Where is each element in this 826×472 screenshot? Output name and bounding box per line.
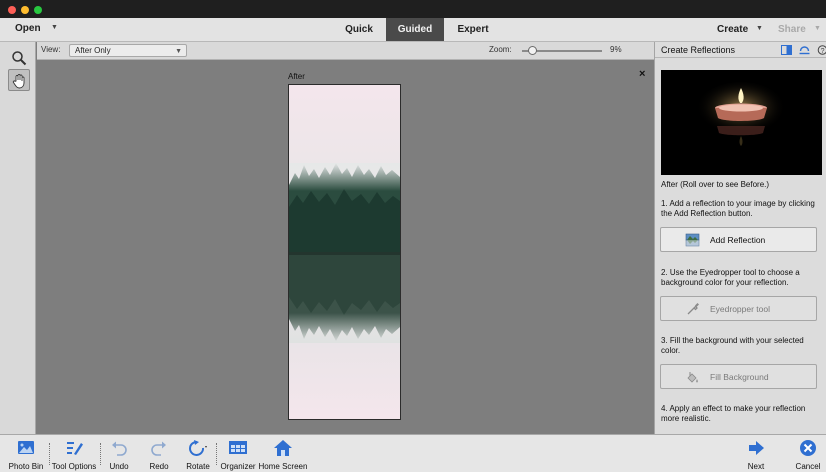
tool-options-bar: View: After Only ▼ Zoom: 9%	[37, 42, 654, 60]
undo-button[interactable]: Undo	[104, 435, 134, 472]
tool-options-button[interactable]: Tool Options	[49, 435, 99, 472]
tool-options-label: Tool Options	[51, 462, 97, 471]
mode-bar: Open ▼ Quick Guided Expert Create ▼ Shar…	[0, 18, 826, 42]
fill-background-button[interactable]: Fill Background	[660, 364, 817, 389]
step-1-instructions: 1. Add a reflection to your image by cli…	[661, 199, 815, 218]
home-icon	[274, 440, 292, 456]
tool-options-icon	[67, 442, 83, 455]
eyedropper-tool-button[interactable]: Eyedropper tool	[660, 296, 817, 321]
view-select-value: After Only	[75, 46, 111, 55]
separator	[216, 443, 217, 465]
redo-icon	[151, 441, 166, 456]
rotate-label: Rotate	[186, 462, 210, 471]
organizer-button[interactable]: Organizer	[218, 435, 258, 472]
help-icon[interactable]: ?	[817, 45, 826, 55]
undo-label: Undo	[109, 462, 129, 471]
svg-text:?: ?	[821, 48, 825, 55]
home-screen-label: Home Screen	[258, 462, 308, 471]
add-reflection-label: Add Reflection	[710, 235, 766, 245]
step-2-instructions: 2. Use the Eyedropper tool to choose a b…	[661, 268, 800, 287]
add-reflection-button[interactable]: Add Reflection	[660, 227, 817, 252]
close-document-icon[interactable]: ×	[639, 68, 645, 80]
create-dropdown-caret-icon[interactable]: ▼	[756, 25, 763, 32]
next-button[interactable]: Next	[742, 435, 770, 472]
arrow-right-icon	[749, 441, 764, 455]
zoom-slider[interactable]	[522, 46, 602, 56]
photo-bin-icon	[18, 441, 34, 454]
eyedropper-tool-label: Eyedropper tool	[710, 304, 771, 314]
canvas-area: × After	[37, 61, 654, 434]
eyedropper-icon	[687, 303, 699, 315]
view-select[interactable]: After Only ▼	[69, 44, 187, 57]
panel-title: Create Reflections	[661, 45, 736, 55]
hand-tool[interactable]	[8, 69, 30, 91]
tab-guided[interactable]: Guided	[386, 18, 444, 41]
undo-icon	[112, 441, 127, 456]
open-button[interactable]: Open	[15, 23, 41, 34]
step-3-instructions: 3. Fill the background with your selecte…	[661, 336, 804, 355]
paint-bucket-icon	[687, 372, 698, 383]
window-titlebar	[0, 0, 826, 18]
zoom-window-button[interactable]	[34, 6, 42, 14]
next-label: Next	[747, 462, 765, 471]
view-label: View:	[41, 45, 61, 54]
tab-expert[interactable]: Expert	[446, 18, 500, 41]
fill-background-label: Fill Background	[710, 372, 769, 382]
close-window-button[interactable]	[8, 6, 16, 14]
close-icon	[800, 440, 816, 456]
zoom-tool[interactable]	[8, 47, 30, 69]
zoom-label: Zoom:	[489, 45, 512, 54]
reset-panel-icon[interactable]	[799, 45, 810, 55]
step-4-instructions: 4. Apply an effect to make your reflecti…	[661, 404, 806, 423]
hand-icon	[12, 74, 25, 89]
organizer-icon	[229, 441, 247, 454]
guided-panel: Create Reflections ? After (Roll over to…	[654, 42, 826, 434]
redo-label: Redo	[149, 462, 169, 471]
toolbox	[0, 42, 36, 434]
before-after-toggle-icon[interactable]	[781, 45, 792, 55]
cancel-label: Cancel	[795, 462, 821, 471]
preview-caption: After (Roll over to see Before.)	[661, 180, 770, 189]
share-dropdown-caret-icon[interactable]: ▼	[814, 25, 821, 32]
organizer-label: Organizer	[220, 462, 256, 471]
zoom-slider-thumb[interactable]	[528, 46, 537, 55]
tab-quick[interactable]: Quick	[334, 18, 384, 41]
photo-bin-button[interactable]: Photo Bin	[4, 435, 48, 472]
rotate-icon	[189, 440, 207, 456]
panel-header: Create Reflections ?	[655, 42, 826, 58]
create-button[interactable]: Create	[717, 24, 748, 35]
cancel-button[interactable]: Cancel	[792, 435, 824, 472]
zoom-value: 9%	[610, 45, 622, 54]
chevron-down-icon: ▼	[175, 48, 182, 55]
redo-button[interactable]: Redo	[144, 435, 174, 472]
bottom-taskbar: Photo Bin Tool Options Undo Redo Rotate …	[0, 434, 826, 472]
preview-thumbnail[interactable]	[661, 70, 822, 175]
minimize-window-button[interactable]	[21, 6, 29, 14]
home-screen-button[interactable]: Home Screen	[257, 435, 309, 472]
separator	[100, 443, 101, 465]
after-view-label: After	[288, 72, 305, 81]
photo-bin-label: Photo Bin	[8, 462, 44, 471]
add-reflection-icon	[685, 233, 700, 247]
open-dropdown-caret-icon[interactable]: ▼	[51, 24, 58, 31]
share-button[interactable]: Share	[778, 24, 806, 35]
magnifier-icon	[12, 51, 27, 66]
rotate-button[interactable]: Rotate	[183, 435, 213, 472]
document-image[interactable]	[288, 84, 401, 420]
